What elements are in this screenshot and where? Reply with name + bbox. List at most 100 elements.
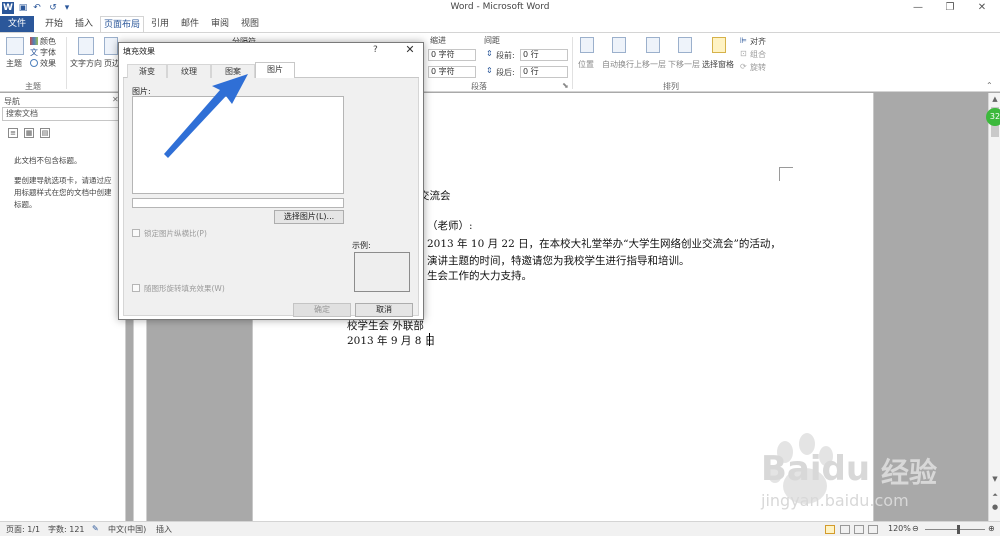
pages-tab-icon[interactable]: ▦	[24, 128, 34, 138]
tab-view[interactable]: 视图	[236, 16, 264, 32]
themes-icon[interactable]	[6, 37, 24, 55]
tab-page-layout[interactable]: 页面布局	[100, 16, 144, 32]
tab-home[interactable]: 开始	[40, 16, 68, 32]
fonts-icon[interactable]: 文	[30, 47, 38, 58]
position-icon[interactable]	[580, 37, 594, 53]
word-count[interactable]: 字数: 121	[48, 524, 85, 535]
margins-icon[interactable]	[104, 37, 118, 55]
results-tab-icon[interactable]: ▤	[40, 128, 50, 138]
language[interactable]: 中文(中国)	[108, 524, 146, 535]
spacing-before-icon: ⇕	[486, 49, 493, 58]
lock-aspect-checkbox[interactable]	[132, 229, 140, 237]
indent-right-field[interactable]: 0 字符	[428, 66, 476, 78]
rotate-with-shape-checkbox[interactable]	[132, 284, 140, 292]
tab-picture[interactable]: 图片	[255, 62, 295, 79]
rotate-label[interactable]: 旋转	[750, 62, 766, 73]
text-direction-label[interactable]: 文字方向	[70, 58, 102, 69]
effects-label[interactable]: 效果	[40, 58, 56, 69]
indent-left-field[interactable]: 0 字符	[428, 49, 476, 61]
input-mode[interactable]: 插入	[156, 524, 172, 535]
sample-preview	[354, 252, 410, 292]
help-icon[interactable]: ?	[373, 45, 378, 55]
browse-object-icon[interactable]: ●	[989, 501, 1000, 513]
rotate-with-shape-label: 随图形旋转填充效果(W)	[144, 284, 225, 293]
paragraph-group-label: 段落	[471, 82, 487, 91]
spacing-after-field[interactable]: 0 行	[520, 66, 568, 78]
position-label[interactable]: 位置	[578, 59, 594, 70]
floating-badge[interactable]: 32	[986, 108, 1000, 126]
save-icon[interactable]: ▣	[17, 2, 29, 14]
zoom-slider-thumb[interactable]	[957, 525, 960, 534]
cancel-button[interactable]: 取消	[355, 303, 413, 317]
wrap-text-label[interactable]: 自动换行	[602, 59, 634, 70]
page-count[interactable]: 页面: 1/1	[6, 524, 40, 535]
zoom-level[interactable]: 120%	[888, 524, 911, 533]
undo-icon[interactable]: ↶	[31, 2, 43, 14]
colors-label[interactable]: 颜色	[40, 36, 56, 47]
doc-line: 2013 年 9 月 8 日	[347, 335, 436, 347]
web-layout-icon[interactable]	[854, 525, 864, 534]
send-backward-label[interactable]: 下移一层	[668, 59, 700, 70]
paragraph-launcher-icon[interactable]: ⬊	[562, 81, 569, 90]
colors-icon[interactable]	[30, 37, 38, 45]
bring-forward-label[interactable]: 上移一层	[634, 59, 666, 70]
group-icon: ⊡	[740, 49, 747, 58]
print-layout-icon[interactable]	[825, 525, 835, 534]
scroll-up-icon[interactable]: ▲	[989, 93, 1000, 105]
minimize-icon[interactable]: —	[904, 0, 932, 16]
close-icon[interactable]: ✕	[968, 0, 996, 16]
prev-page-icon[interactable]: ⏶	[989, 489, 1000, 501]
tab-review[interactable]: 审阅	[206, 16, 234, 32]
nav-header: 导航	[4, 97, 20, 106]
zoom-in-icon[interactable]: ⊕	[988, 524, 995, 533]
word-logo-icon[interactable]: W	[2, 2, 14, 14]
spacing-before-field[interactable]: 0 行	[520, 49, 568, 61]
spacing-before-label: 段前:	[496, 51, 515, 60]
wrap-text-icon[interactable]	[612, 37, 626, 53]
scroll-down-icon[interactable]: ▼	[989, 473, 1000, 485]
restore-icon[interactable]: ❐	[936, 0, 964, 16]
group-divider	[66, 37, 67, 89]
ribbon-tabs: 文件 开始 插入 页面布局 引用 邮件 审阅 视图	[0, 16, 1000, 32]
sample-label: 示例:	[352, 241, 371, 250]
group-label[interactable]: 组合	[750, 49, 766, 60]
send-backward-icon[interactable]	[678, 37, 692, 53]
zoom-slider[interactable]	[925, 529, 985, 530]
doc-line: 生会工作的大力支持。	[427, 270, 532, 282]
navigation-pane: 导航 ✕ 搜索文档 ≡ ▦ ▤ 此文档不包含标题。 要创建导航选项卡，请通过应 …	[0, 93, 126, 521]
customize-icon[interactable]: ▾	[61, 2, 73, 14]
watermark-brand-cn: 经验	[881, 456, 938, 489]
doc-line: 2013 年 10 月 22 日，在本校大礼堂举办“大学生网络创业交流会”的活动…	[427, 238, 781, 250]
vertical-scrollbar[interactable]: ▲ ▼ ⏶ ●	[988, 93, 1000, 521]
tab-insert[interactable]: 插入	[70, 16, 98, 32]
close-icon[interactable]: ✕	[401, 43, 419, 57]
align-label[interactable]: 对齐	[750, 36, 766, 47]
fonts-label[interactable]: 字体	[40, 47, 56, 58]
zoom-out-icon[interactable]: ⊖	[912, 524, 919, 533]
selection-pane-icon[interactable]	[712, 37, 726, 53]
nav-message-line: 用标题样式在您的文档中创建	[14, 188, 112, 197]
collapse-ribbon-icon[interactable]: ⌃	[986, 81, 993, 90]
redo-icon[interactable]: ↺	[47, 2, 59, 14]
theme-group-label: 主题	[25, 82, 41, 91]
effects-icon[interactable]	[30, 59, 38, 67]
margin-marker	[779, 167, 793, 181]
selection-pane-label[interactable]: 选择窗格	[702, 59, 734, 70]
ok-button[interactable]: 确定	[293, 303, 351, 317]
picture-name-field	[132, 198, 344, 208]
align-icon: ⊫	[740, 36, 747, 45]
tab-file[interactable]: 文件	[0, 16, 34, 32]
doc-line: 演讲主题的时间，特邀请您为我校学生进行指导和培训。	[427, 255, 690, 267]
headings-tab-icon[interactable]: ≡	[8, 128, 18, 138]
tab-mailings[interactable]: 邮件	[176, 16, 204, 32]
search-input[interactable]: 搜索文档	[2, 107, 122, 121]
themes-label[interactable]: 主题	[6, 58, 22, 69]
select-picture-button[interactable]: 选择图片(L)...	[274, 210, 344, 224]
full-screen-reading-icon[interactable]	[840, 525, 850, 534]
tab-references[interactable]: 引用	[146, 16, 174, 32]
text-direction-icon[interactable]	[78, 37, 94, 55]
proofing-icon[interactable]: ✎	[92, 524, 99, 533]
indent-header: 缩进	[430, 36, 446, 45]
bring-forward-icon[interactable]	[646, 37, 660, 53]
outline-icon[interactable]	[868, 525, 878, 534]
